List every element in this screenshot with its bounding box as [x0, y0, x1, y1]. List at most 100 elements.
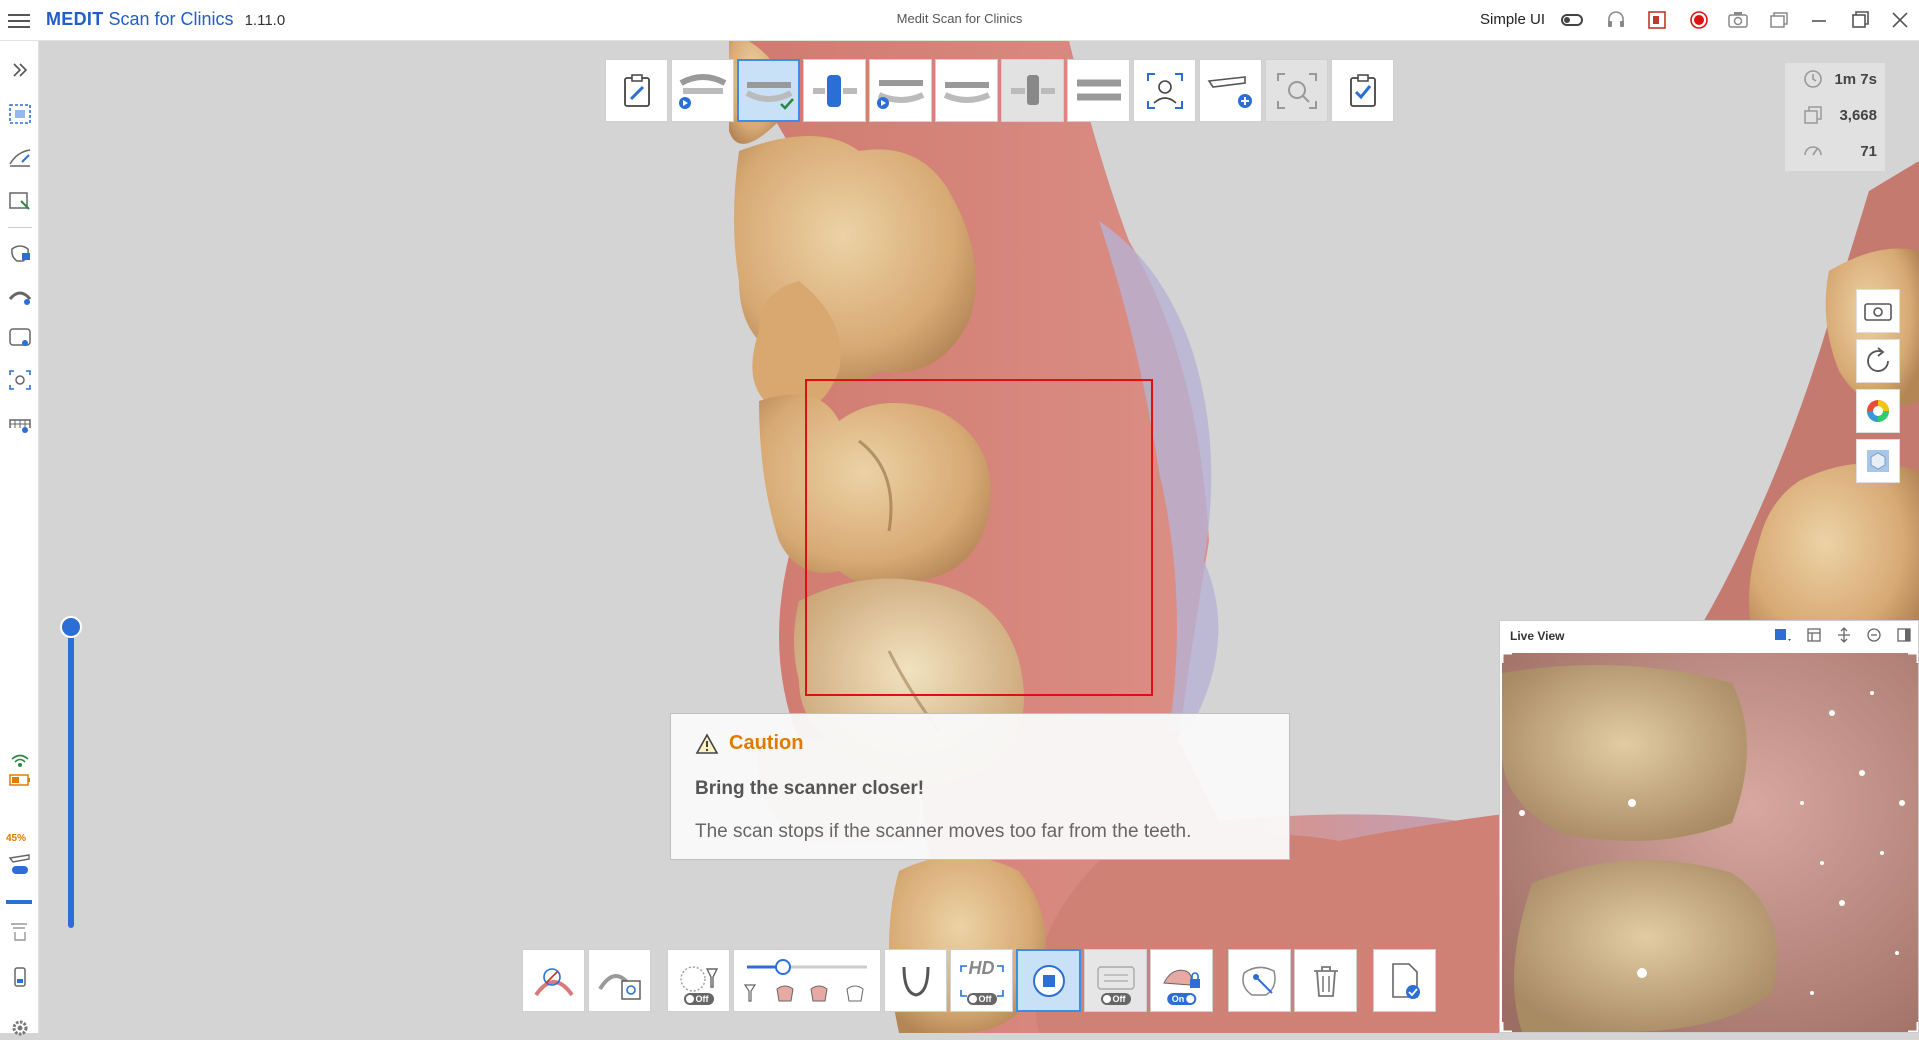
app-brand: MEDIT Scan for Clinics 1.11.0 — [46, 9, 285, 30]
panel-toggle-icon[interactable] — [1896, 627, 1912, 643]
arch-compare-button[interactable] — [522, 949, 585, 1012]
document-check-icon — [1391, 962, 1420, 999]
cube-view-icon — [1867, 450, 1889, 472]
cube-view-button[interactable] — [1856, 439, 1900, 483]
caution-message-bold: Bring the scanner closer! — [695, 778, 925, 799]
form-step[interactable] — [605, 59, 668, 122]
rotate-180-icon[interactable] — [1866, 627, 1882, 643]
arch-compare-icon — [533, 967, 574, 996]
stop-scan-button[interactable] — [1016, 949, 1081, 1012]
arch-icon[interactable] — [7, 283, 33, 307]
edit-scan-icon[interactable] — [7, 146, 33, 170]
scan-step-toolbar — [605, 59, 1394, 123]
noise-filter-button[interactable]: Off — [667, 949, 730, 1012]
wifi-icon — [11, 754, 29, 767]
scanner-tip-icon[interactable] — [7, 920, 33, 944]
settings-gear-icon[interactable] — [7, 1016, 33, 1040]
reset-view-button[interactable] — [1856, 339, 1900, 383]
delete-scan-button[interactable] — [1294, 949, 1357, 1012]
depth-slider-handle[interactable] — [60, 616, 82, 638]
caution-toast: Caution Bring the scanner closer! The sc… — [670, 713, 1290, 860]
hd-label: HD — [968, 958, 995, 978]
add-stage-step[interactable] — [1199, 59, 1262, 122]
battery-percent: 45% — [6, 833, 27, 844]
speedometer-icon — [1804, 146, 1822, 156]
video-camera-icon — [1864, 303, 1892, 321]
bite-step[interactable] — [1067, 59, 1130, 122]
noise-filter-off-badge: Off — [683, 993, 714, 1005]
color-mode-button[interactable] — [1856, 389, 1900, 433]
window-switch-icon[interactable] — [1768, 9, 1790, 31]
depth-slider-track[interactable] — [68, 625, 74, 928]
ai-cleanup-icon — [1241, 966, 1276, 996]
live-view-panel: Live View — [1499, 620, 1919, 1033]
filter-level-slider[interactable] — [737, 953, 877, 1009]
screen-capture-icon[interactable] — [1646, 9, 1668, 31]
scan-time-stat: 1m 7s — [1785, 63, 1885, 95]
maxilla-step[interactable] — [671, 59, 734, 122]
window-title: Medit Scan for Clinics — [896, 11, 1023, 26]
scan-area-icon[interactable] — [7, 102, 33, 126]
analysis-step[interactable] — [1265, 59, 1328, 122]
live-camera-image — [1502, 653, 1918, 1032]
face-scan-icon — [1146, 72, 1183, 109]
trash-icon — [1313, 965, 1338, 997]
lock-tooth-icon[interactable] — [7, 241, 33, 265]
left-sidebar: 45% — [0, 40, 39, 1036]
color-select-icon[interactable] — [1774, 627, 1792, 643]
flip-vertical-icon[interactable] — [1836, 627, 1852, 643]
next-step-button[interactable] — [1373, 949, 1436, 1012]
frames-icon — [1804, 106, 1822, 124]
mandible-scanbody-step[interactable] — [803, 59, 866, 122]
mandible-step[interactable] — [737, 59, 800, 122]
video-camera-button[interactable] — [1856, 289, 1900, 333]
camera-icon[interactable] — [1727, 9, 1749, 31]
hd-off-badge: Off — [966, 993, 997, 1005]
complete-step[interactable] — [1331, 59, 1394, 122]
rate-value: 71 — [1860, 143, 1877, 160]
arch-inspect-icon — [597, 973, 641, 1000]
minimize-icon[interactable] — [1808, 9, 1830, 31]
ai-scan-cleanup-button[interactable] — [1228, 949, 1291, 1012]
color-wheel-icon — [1867, 400, 1889, 422]
clock-icon — [1804, 70, 1822, 88]
close-icon[interactable] — [1889, 9, 1911, 31]
hd-mode-button[interactable]: HD Off — [950, 949, 1013, 1012]
arch-inspect-button[interactable] — [588, 949, 651, 1012]
headset-icon[interactable] — [1605, 9, 1627, 31]
title-bar: MEDIT Scan for Clinics 1.11.0 Medit Scan… — [0, 0, 1919, 41]
photo-capture-icon[interactable] — [7, 368, 33, 392]
scan-lock-on-badge: On — [1166, 993, 1197, 1005]
maximize-icon[interactable] — [1849, 9, 1871, 31]
filter-level-control[interactable] — [733, 949, 881, 1012]
add-scanner-icon — [1207, 75, 1252, 108]
face-scan-step[interactable] — [1133, 59, 1196, 122]
layout-icon[interactable] — [1806, 627, 1822, 643]
tray-button[interactable] — [884, 949, 947, 1012]
app-version: 1.11.0 — [244, 12, 286, 29]
sidebar-divider — [8, 227, 32, 228]
caution-title: Caution — [729, 732, 804, 754]
scanner-device-icon[interactable] — [7, 965, 33, 989]
smart-select-icon[interactable] — [7, 189, 33, 213]
bite-icon — [1076, 79, 1121, 100]
gingiva-filter-button[interactable]: Off — [1084, 949, 1147, 1012]
tooth-library-icon[interactable] — [7, 412, 33, 436]
expand-icon[interactable] — [7, 58, 33, 82]
occlusion-2-icon — [943, 81, 990, 103]
implant-scanbody-icon — [1010, 74, 1055, 105]
simple-ui-label: Simple UI — [1480, 11, 1546, 28]
occlusion-2-step[interactable] — [935, 59, 998, 122]
analysis-icon — [1276, 72, 1317, 109]
caution-header: Caution — [695, 732, 803, 755]
scanbody-step[interactable] — [1001, 59, 1064, 122]
tooth-view-icon[interactable] — [7, 326, 33, 350]
scan-lock-button[interactable]: On — [1150, 949, 1213, 1012]
gingiva-off-badge: Off — [1100, 993, 1131, 1005]
stop-icon — [1032, 964, 1065, 997]
occlusion-step[interactable] — [869, 59, 932, 122]
record-icon[interactable] — [1688, 9, 1710, 31]
scan-time-value: 1m 7s — [1834, 71, 1877, 88]
hamburger-menu-icon[interactable] — [8, 10, 30, 30]
simple-ui-toggle[interactable] — [1561, 14, 1583, 26]
